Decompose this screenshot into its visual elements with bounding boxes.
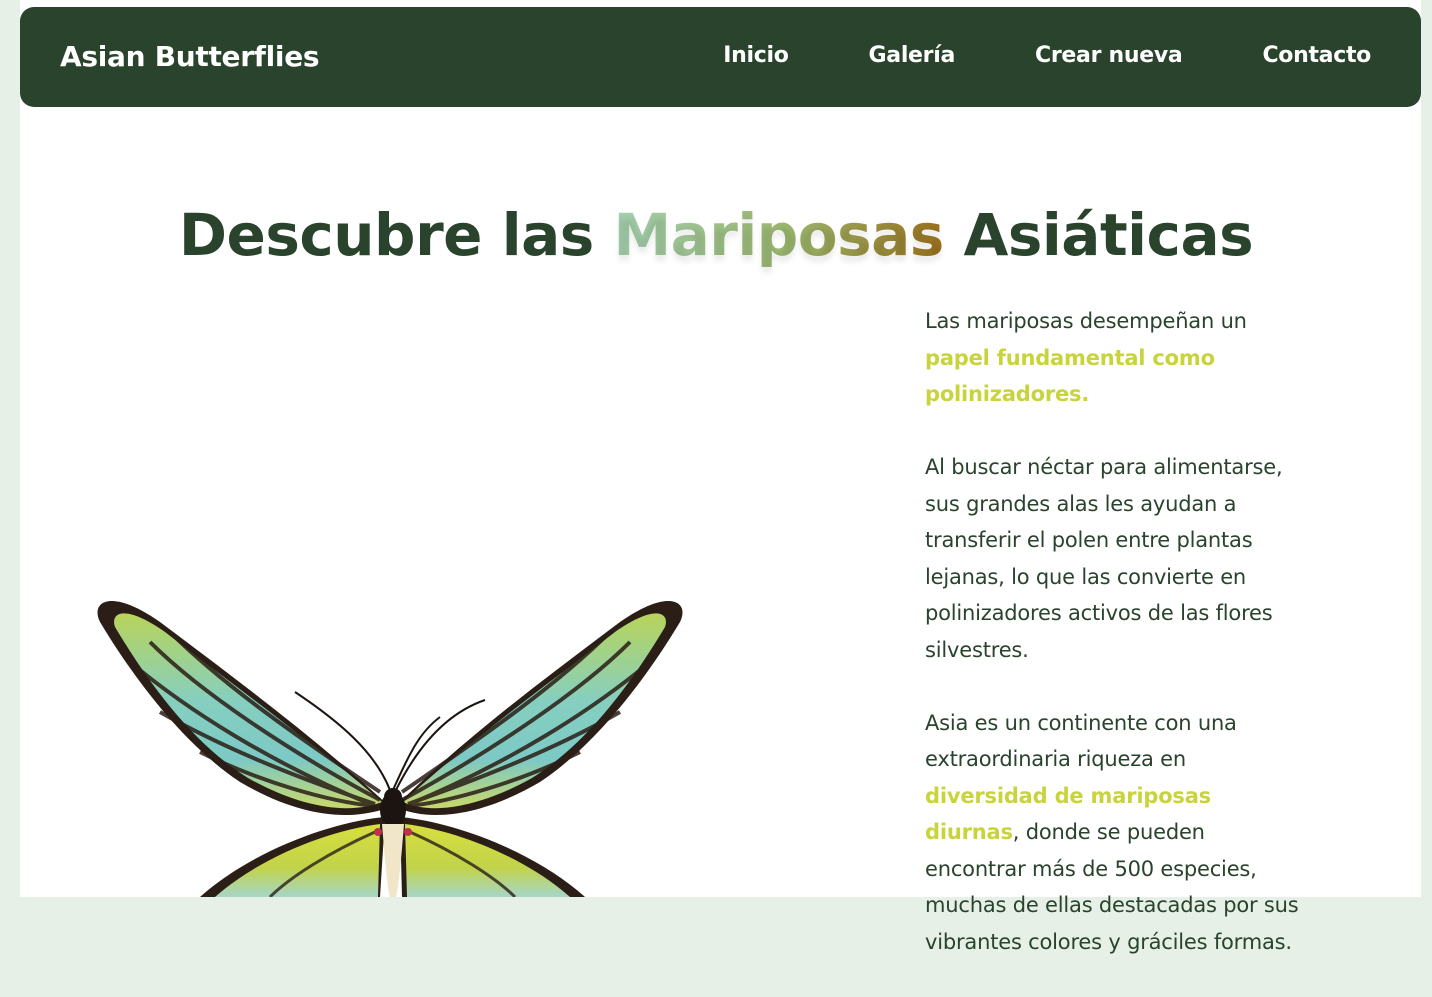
hero-title-before: Descubre las <box>178 200 614 269</box>
main-nav: Inicio Galería Crear nueva Contacto <box>723 43 1371 68</box>
p1-highlight: papel fundamental como polinizadores. <box>925 345 1215 407</box>
hero-title-accent: Mariposas <box>613 200 944 269</box>
nav-link-galeria[interactable]: Galería <box>869 43 956 68</box>
top-navbar: Asian Butterflies Inicio Galería Crear n… <box>20 7 1421 107</box>
p1-text: Las mariposas desempeñan un <box>925 309 1247 333</box>
hero-title: Descubre las Mariposas Asiáticas <box>0 201 1432 269</box>
hero-title-after: Asiáticas <box>943 200 1254 269</box>
butterfly-image <box>97 601 683 897</box>
intro-text: Las mariposas desempeñan un papel fundam… <box>925 303 1305 997</box>
nav-link-contacto[interactable]: Contacto <box>1262 43 1371 68</box>
paragraph-2: Al buscar néctar para alimentarse, sus g… <box>925 455 1283 662</box>
p3-text-before: Asia es un continente con una extraordin… <box>925 710 1237 772</box>
nav-link-inicio[interactable]: Inicio <box>723 43 789 68</box>
paragraph-3: Asia es un continente con una extraordin… <box>925 705 1305 961</box>
paragraph-1: Las mariposas desempeñan un papel fundam… <box>925 303 1305 413</box>
nav-link-crear-nueva[interactable]: Crear nueva <box>1035 43 1183 68</box>
brand-logo[interactable]: Asian Butterflies <box>60 40 320 73</box>
